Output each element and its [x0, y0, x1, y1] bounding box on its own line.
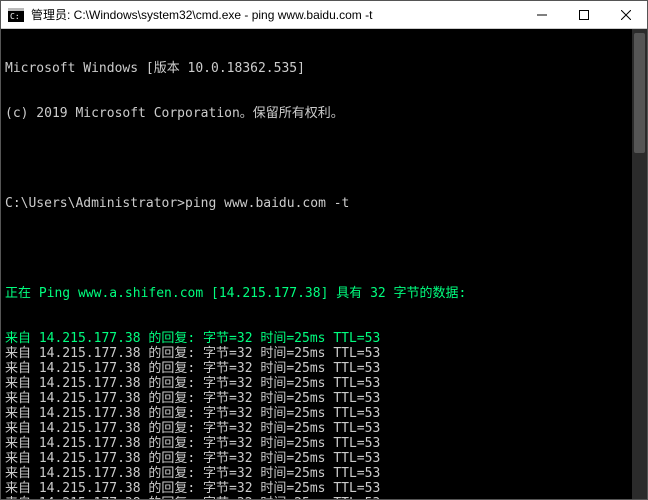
maximize-icon: [579, 10, 589, 20]
prompt: C:\Users\Administrator>: [5, 196, 185, 211]
ping-reply-line: 来自 14.215.177.38 的回复: 字节=32 时间=25ms TTL=…: [5, 346, 643, 361]
svg-text:C:: C:: [10, 12, 20, 21]
scrollbar-thumb[interactable]: [634, 33, 645, 153]
ping-reply-line: 来自 14.215.177.38 的回复: 字节=32 时间=25ms TTL=…: [5, 376, 643, 391]
blank-line: [5, 151, 643, 166]
ping-replies: 来自 14.215.177.38 的回复: 字节=32 时间=25ms TTL=…: [5, 331, 643, 499]
ping-reply-line: 来自 14.215.177.38 的回复: 字节=32 时间=25ms TTL=…: [5, 406, 643, 421]
ping-reply-line: 来自 14.215.177.38 的回复: 字节=32 时间=25ms TTL=…: [5, 421, 643, 436]
ping-reply-line: 来自 14.215.177.38 的回复: 字节=32 时间=25ms TTL=…: [5, 391, 643, 406]
console-header-2: (c) 2019 Microsoft Corporation。保留所有权利。: [5, 106, 643, 121]
cmd-icon: C:: [7, 6, 25, 24]
ping-reply-line: 来自 14.215.177.38 的回复: 字节=32 时间=25ms TTL=…: [5, 466, 643, 481]
ping-reply-line: 来自 14.215.177.38 的回复: 字节=32 时间=25ms TTL=…: [5, 361, 643, 376]
ping-reply-line: 来自 14.215.177.38 的回复: 字节=32 时间=25ms TTL=…: [5, 331, 643, 346]
command-text: ping www.baidu.com -t: [185, 196, 349, 211]
maximize-button[interactable]: [563, 1, 605, 29]
ping-reply-line: 来自 14.215.177.38 的回复: 字节=32 时间=25ms TTL=…: [5, 496, 643, 499]
minimize-icon: [537, 10, 547, 20]
ping-reply-line: 来自 14.215.177.38 的回复: 字节=32 时间=25ms TTL=…: [5, 436, 643, 451]
console-header-1: Microsoft Windows [版本 10.0.18362.535]: [5, 61, 643, 76]
ping-header: 正在 Ping www.a.shifen.com [14.215.177.38]…: [5, 286, 643, 301]
titlebar[interactable]: C: 管理员: C:\Windows\system32\cmd.exe - pi…: [1, 1, 647, 29]
ping-reply-line: 来自 14.215.177.38 的回复: 字节=32 时间=25ms TTL=…: [5, 451, 643, 466]
window-title: 管理员: C:\Windows\system32\cmd.exe - ping …: [31, 6, 521, 23]
cmd-window: C: 管理员: C:\Windows\system32\cmd.exe - pi…: [0, 0, 648, 500]
close-icon: [621, 10, 631, 20]
ping-reply-line: 来自 14.215.177.38 的回复: 字节=32 时间=25ms TTL=…: [5, 481, 643, 496]
scrollbar[interactable]: [632, 29, 647, 499]
close-button[interactable]: [605, 1, 647, 29]
console-area[interactable]: Microsoft Windows [版本 10.0.18362.535] (c…: [1, 29, 647, 499]
minimize-button[interactable]: [521, 1, 563, 29]
prompt-line: C:\Users\Administrator>ping www.baidu.co…: [5, 196, 643, 211]
blank-line: [5, 241, 643, 256]
